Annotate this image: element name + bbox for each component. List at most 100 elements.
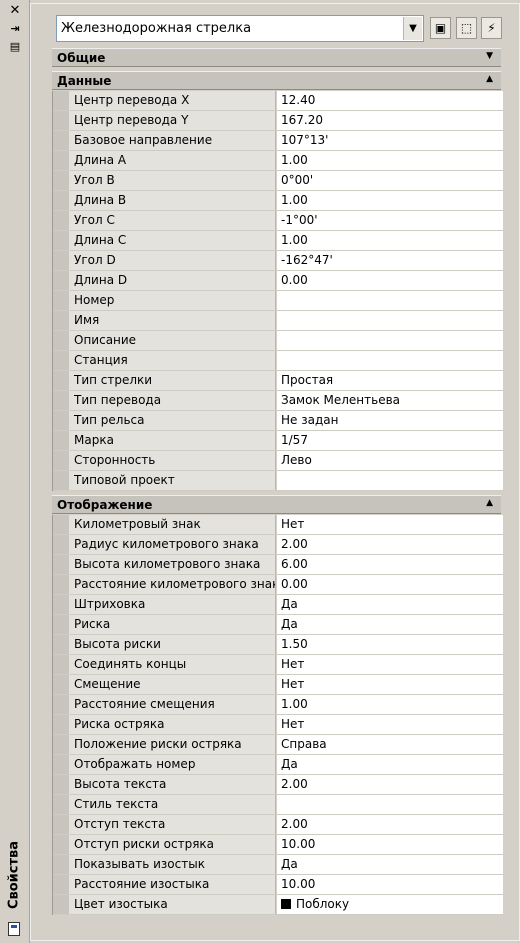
property-value[interactable]: 6.00 bbox=[277, 555, 503, 574]
property-value[interactable]: 10.00 bbox=[277, 835, 503, 854]
property-value[interactable]: Да bbox=[277, 615, 503, 634]
property-row[interactable]: Станция bbox=[53, 351, 503, 371]
property-value[interactable]: 2.00 bbox=[277, 775, 503, 794]
property-row[interactable]: Высота риски 1.50 bbox=[53, 635, 503, 655]
expand-arrow-icon[interactable]: ▼ bbox=[486, 51, 493, 61]
property-row[interactable]: Длина C 1.00 bbox=[53, 231, 503, 251]
property-value[interactable]: 107°13' bbox=[277, 131, 503, 150]
row-gutter bbox=[53, 715, 69, 734]
chevron-down-icon[interactable]: ▼ bbox=[403, 17, 422, 40]
property-value[interactable]: 0.00 bbox=[277, 575, 503, 594]
property-row[interactable]: Сторонность Лево bbox=[53, 451, 503, 471]
property-row[interactable]: Положение риски остряка Справа bbox=[53, 735, 503, 755]
property-row[interactable]: Описание bbox=[53, 331, 503, 351]
property-name: Длина B bbox=[69, 191, 276, 210]
property-value[interactable]: Да bbox=[277, 855, 503, 874]
property-row[interactable]: Отступ текста 2.00 bbox=[53, 815, 503, 835]
property-name: Риска остряка bbox=[69, 715, 276, 734]
property-value[interactable]: Лево bbox=[277, 451, 503, 470]
section-display[interactable]: Отображение ▲ bbox=[52, 495, 501, 514]
property-row[interactable]: Километровый знак Нет bbox=[53, 515, 503, 535]
property-value[interactable] bbox=[277, 471, 503, 490]
property-value[interactable]: -1°00' bbox=[277, 211, 503, 230]
property-value[interactable]: Замок Мелентьева bbox=[277, 391, 503, 410]
property-row[interactable]: Тип перевода Замок Мелентьева bbox=[53, 391, 503, 411]
property-value[interactable] bbox=[277, 351, 503, 370]
property-row[interactable]: Номер bbox=[53, 291, 503, 311]
property-value[interactable]: Да bbox=[277, 595, 503, 614]
property-row[interactable]: Угол C -1°00' bbox=[53, 211, 503, 231]
property-row[interactable]: Длина D 0.00 bbox=[53, 271, 503, 291]
quick-select-icon[interactable]: ⚡ bbox=[481, 17, 502, 39]
property-row[interactable]: Соединять концы Нет bbox=[53, 655, 503, 675]
property-row[interactable]: Риска Да bbox=[53, 615, 503, 635]
property-row[interactable]: Расстояние километрового знака 0.00 bbox=[53, 575, 503, 595]
property-value[interactable]: Да bbox=[277, 755, 503, 774]
property-row[interactable]: Марка 1/57 bbox=[53, 431, 503, 451]
section-data[interactable]: Данные ▲ bbox=[52, 71, 501, 90]
property-value[interactable]: 0.00 bbox=[277, 271, 503, 290]
property-row[interactable]: Штриховка Да bbox=[53, 595, 503, 615]
property-row[interactable]: Угол B 0°00' bbox=[53, 171, 503, 191]
property-row[interactable]: Тип стрелки Простая bbox=[53, 371, 503, 391]
select-objects-icon[interactable]: ⬚ bbox=[456, 17, 477, 39]
property-row[interactable]: Смещение Нет bbox=[53, 675, 503, 695]
property-value[interactable]: Справа bbox=[277, 735, 503, 754]
property-value[interactable]: Нет bbox=[277, 655, 503, 674]
property-value[interactable]: -162°47' bbox=[277, 251, 503, 270]
property-value[interactable] bbox=[277, 331, 503, 350]
property-row[interactable]: Отображать номер Да bbox=[53, 755, 503, 775]
property-row[interactable]: Отступ риски остряка 10.00 bbox=[53, 835, 503, 855]
property-row[interactable]: Расстояние смещения 1.00 bbox=[53, 695, 503, 715]
property-name: Высота риски bbox=[69, 635, 276, 654]
property-value[interactable] bbox=[277, 291, 503, 310]
property-value[interactable]: 1.00 bbox=[277, 231, 503, 250]
autohide-icon[interactable]: ⇥ bbox=[6, 22, 24, 36]
property-value[interactable]: 10.00 bbox=[277, 875, 503, 894]
property-value[interactable]: Поблоку bbox=[277, 895, 503, 914]
property-row[interactable]: Имя bbox=[53, 311, 503, 331]
property-value[interactable]: 2.00 bbox=[277, 815, 503, 834]
property-row[interactable]: Показывать изостык Да bbox=[53, 855, 503, 875]
section-general[interactable]: Общие ▼ bbox=[52, 48, 501, 67]
property-row[interactable]: Базовое направление 107°13' bbox=[53, 131, 503, 151]
property-row[interactable]: Радиус километрового знака 2.00 bbox=[53, 535, 503, 555]
property-value[interactable]: 1.50 bbox=[277, 635, 503, 654]
property-value[interactable]: 0°00' bbox=[277, 171, 503, 190]
property-value[interactable]: Нет bbox=[277, 715, 503, 734]
collapse-arrow-icon[interactable]: ▲ bbox=[486, 498, 493, 508]
property-value[interactable]: 1.00 bbox=[277, 695, 503, 714]
property-value[interactable]: 12.40 bbox=[277, 91, 503, 110]
property-row[interactable]: Центр перевода X 12.40 bbox=[53, 91, 503, 111]
property-row[interactable]: Высота километрового знака 6.00 bbox=[53, 555, 503, 575]
property-row[interactable]: Риска остряка Нет bbox=[53, 715, 503, 735]
property-row[interactable]: Угол D -162°47' bbox=[53, 251, 503, 271]
property-value[interactable]: 1.00 bbox=[277, 151, 503, 170]
property-row[interactable]: Цвет изостыка Поблоку bbox=[53, 895, 503, 915]
property-value[interactable]: Простая bbox=[277, 371, 503, 390]
property-row[interactable]: Стиль текста bbox=[53, 795, 503, 815]
property-value[interactable]: 167.20 bbox=[277, 111, 503, 130]
property-value[interactable]: 2.00 bbox=[277, 535, 503, 554]
property-row[interactable]: Длина A 1.00 bbox=[53, 151, 503, 171]
property-value[interactable]: Нет bbox=[277, 675, 503, 694]
property-value[interactable]: Нет bbox=[277, 515, 503, 534]
pickadd-icon[interactable]: ▣ bbox=[430, 17, 451, 39]
property-row[interactable]: Центр перевода Y 167.20 bbox=[53, 111, 503, 131]
collapse-arrow-icon[interactable]: ▲ bbox=[486, 74, 493, 84]
property-row[interactable]: Расстояние изостыка 10.00 bbox=[53, 875, 503, 895]
property-row[interactable]: Тип рельса Не задан bbox=[53, 411, 503, 431]
property-value[interactable]: 1/57 bbox=[277, 431, 503, 450]
close-icon[interactable]: ✕ bbox=[6, 4, 24, 18]
properties-menu-icon[interactable]: ▤ bbox=[6, 40, 24, 54]
property-value[interactable]: 1.00 bbox=[277, 191, 503, 210]
object-type-select[interactable]: Железнодорожная стрелка ▼ bbox=[56, 15, 424, 42]
property-row[interactable]: Длина B 1.00 bbox=[53, 191, 503, 211]
property-name: Отступ текста bbox=[69, 815, 276, 834]
property-value[interactable] bbox=[277, 311, 503, 330]
property-row[interactable]: Высота текста 2.00 bbox=[53, 775, 503, 795]
property-value[interactable]: Не задан bbox=[277, 411, 503, 430]
property-value[interactable] bbox=[277, 795, 503, 814]
property-value-text: Поблоку bbox=[296, 897, 350, 911]
property-row[interactable]: Типовой проект bbox=[53, 471, 503, 491]
